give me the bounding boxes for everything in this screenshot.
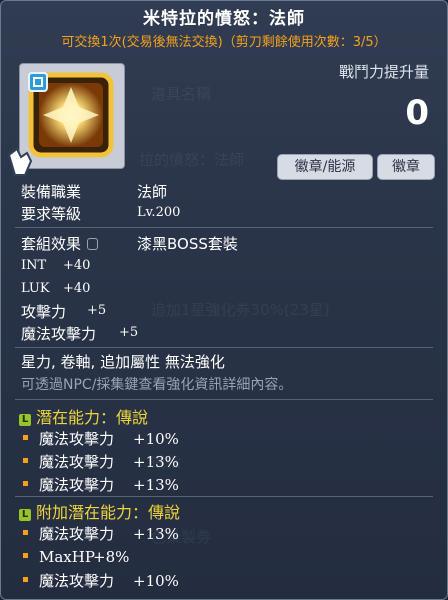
potential-line-label: 魔法攻擊力	[39, 453, 115, 471]
npc-note: 可透過NPC/採集鍵查看強化資訊詳細內容。	[21, 377, 293, 393]
ghost-text: 追加1星強化券30%(23星)	[151, 301, 330, 319]
set-effect-label-text: 套組效果	[21, 235, 82, 253]
potential-line-value: +10%	[133, 430, 179, 448]
potential-header: L 潛在能力：傳說	[19, 404, 148, 428]
item-title: 米特拉的憤怒：法師	[143, 9, 305, 29]
bullet-icon	[23, 458, 28, 463]
potential-line-label: 魔法攻擊力	[39, 430, 115, 448]
set-effect-label: 套組效果	[21, 233, 99, 254]
stat-label: INT	[21, 258, 47, 273]
ghost-text: 拉的憤怒：法師	[139, 151, 245, 169]
req-level-value: Lv.200	[137, 205, 181, 220]
potential-grade-icon: L	[19, 414, 31, 426]
stat-value: +5	[87, 303, 107, 318]
divider	[15, 496, 433, 497]
set-effect-value: 漆黑BOSS套裝	[137, 235, 238, 253]
stat-label: 魔法攻擊力	[21, 325, 97, 343]
ghost-text: 道具名稱	[151, 85, 212, 103]
bullet-icon	[23, 530, 28, 535]
badge-emblem: 徽章	[377, 154, 435, 180]
bullet-icon	[23, 553, 28, 558]
bullet-icon	[23, 481, 28, 486]
stat-value: +5	[119, 325, 139, 340]
bonus-potential-title: 附加潛在能力	[36, 503, 133, 522]
req-job-value: 法師	[137, 183, 168, 201]
bonus-line-label: 魔法攻擊力	[39, 525, 115, 543]
potential-line-value: +13%	[133, 476, 179, 494]
bullet-icon	[23, 577, 28, 582]
bonus-line-value: +8%	[93, 548, 130, 566]
potential-title: 潛在能力	[36, 408, 101, 427]
badge-emblem-energy: 徽章/能源	[277, 154, 373, 180]
trade-note: 可交換1次(交易後無法交換)（剪刀剩餘使用次數：3/5）	[61, 35, 387, 50]
bonus-line-label: 魔法攻擊力	[39, 572, 115, 590]
combat-power-label: 戰鬥力提升量	[338, 63, 429, 81]
potential-grade: 傳說	[116, 408, 149, 427]
stat-value: +40	[63, 281, 91, 296]
traits-text: 星力, 卷軸, 追加屬性 無法強化	[21, 353, 225, 371]
bonus-line-label: MaxHP	[39, 548, 95, 566]
potential-line-value: +13%	[133, 453, 179, 471]
stat-label: 攻擊力	[21, 303, 67, 321]
divider	[15, 347, 433, 348]
bonus-potential-grade: 傳說	[148, 503, 181, 522]
divider	[15, 227, 433, 228]
lock-icon	[87, 238, 99, 250]
combat-power-value: 0	[405, 93, 429, 133]
divider	[15, 399, 433, 400]
bullet-icon	[23, 435, 28, 440]
item-tooltip: 道具名稱 拉的憤怒：法師 追加1星強化券30%(23星) 戒指 色染製劵 米特拉…	[0, 0, 448, 600]
bonus-potential-grade-icon: L	[19, 509, 31, 521]
bonus-potential-separator: ：	[132, 503, 149, 522]
bonus-potential-header: L 附加潛在能力：傳說	[19, 499, 180, 523]
req-job-label: 裝備職業	[21, 183, 82, 201]
bonus-line-value: +13%	[133, 525, 179, 543]
potential-separator: ：	[100, 408, 117, 427]
bonus-line-value: +10%	[133, 572, 179, 590]
req-level-label: 要求等級	[21, 205, 82, 223]
potential-line-label: 魔法攻擊力	[39, 476, 115, 494]
stat-value: +40	[63, 258, 91, 273]
stat-label: LUK	[21, 281, 50, 296]
hand-cursor-icon	[7, 147, 33, 176]
